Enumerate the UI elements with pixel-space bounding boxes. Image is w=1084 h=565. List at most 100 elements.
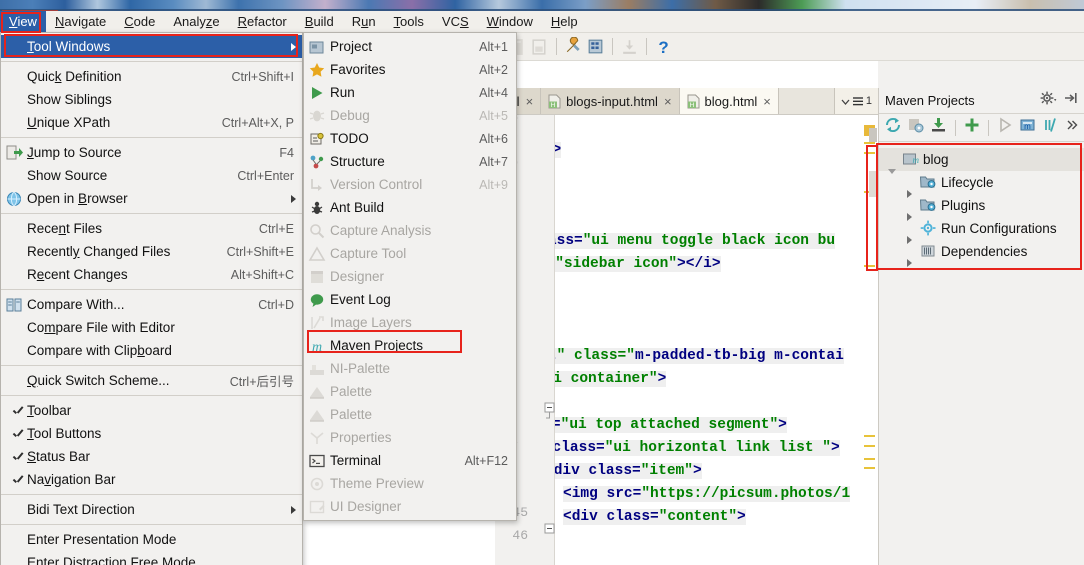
- menu-item-ant-build[interactable]: Ant Build: [304, 196, 516, 219]
- menu-item-bidi-text-direction[interactable]: Bidi Text Direction: [1, 498, 302, 521]
- toolbar-icon-group: ?: [508, 36, 673, 57]
- add-maven-project-icon[interactable]: [963, 116, 981, 139]
- menubar-item-window[interactable]: Window: [478, 11, 542, 33]
- menubar-item-view[interactable]: View: [0, 10, 46, 33]
- editor-fold-column[interactable]: [543, 115, 556, 565]
- menu-item-debug: Debug Alt+5: [304, 104, 516, 127]
- editor-scrollbar-thumb-top[interactable]: [869, 128, 877, 142]
- menu-item-quick-definition[interactable]: Quick Definition Ctrl+Shift+I: [1, 65, 302, 88]
- menu-item-recently-changed-files[interactable]: Recently Changed Files Ctrl+Shift+E: [1, 240, 302, 263]
- menu-item-toolbar[interactable]: Toolbar: [1, 399, 302, 422]
- menu-item-shortcut: Alt+1: [479, 39, 508, 54]
- tab-overflow-button[interactable]: 1: [833, 88, 878, 114]
- menu-item-recent-changes[interactable]: Recent Changes Alt+Shift+C: [1, 263, 302, 286]
- menu-item-show-siblings[interactable]: Show Siblings: [1, 88, 302, 111]
- menu-item-unique-xpath[interactable]: Unique XPath Ctrl+Alt+X, P: [1, 111, 302, 134]
- palette-icon: [308, 383, 328, 401]
- menubar-item-navigate[interactable]: Navigate: [46, 11, 115, 33]
- database-icon[interactable]: [586, 37, 605, 56]
- menubar-item-vcs[interactable]: VCS: [433, 11, 478, 33]
- menu-item-label: Bidi Text Direction: [27, 502, 135, 517]
- star-icon: [308, 61, 328, 79]
- capture-tool-icon: [308, 245, 328, 263]
- version-control-icon: [308, 176, 328, 194]
- menu-item-tool-windows[interactable]: Tool Windows: [1, 35, 302, 58]
- view-dropdown-menu[interactable]: Tool Windows Quick Definition Ctrl+Shift+I…: [0, 32, 303, 565]
- execute-maven-goal-icon[interactable]: m: [1019, 116, 1037, 139]
- reimport-icon[interactable]: [884, 116, 902, 139]
- menu-item-favorites[interactable]: Favorites Alt+2: [304, 58, 516, 81]
- compare-icon: [5, 296, 25, 314]
- editor-scrollbar-thumb[interactable]: [869, 171, 877, 197]
- marker-line: [864, 445, 875, 447]
- chevron-down-icon: [841, 99, 850, 105]
- menu-item-properties: Properties: [304, 426, 516, 449]
- menubar-item-help[interactable]: Help: [542, 11, 587, 33]
- editor-tab[interactable]: Hblog.html ×: [679, 88, 779, 114]
- menu-item-label: Palette: [330, 407, 373, 422]
- menu-item-label: Event Log: [330, 292, 391, 307]
- gear-dropdown-icon[interactable]: [1040, 90, 1057, 111]
- menu-item-label: Jump to Source: [27, 145, 122, 160]
- check-icon: [5, 402, 25, 420]
- maven-projects-tree[interactable]: m blog Lifecycle Plugins Run Configurations D…: [879, 142, 1084, 267]
- menubar-item-tools[interactable]: Tools: [385, 11, 433, 33]
- menu-item-label: Show Siblings: [27, 92, 112, 107]
- close-icon[interactable]: ×: [664, 94, 672, 109]
- editor-tab[interactable]: Hblogs-input.html ×: [541, 88, 680, 114]
- menu-item-navigation-bar[interactable]: Navigation Bar: [1, 468, 302, 491]
- help-icon[interactable]: ?: [654, 37, 673, 57]
- close-icon[interactable]: ×: [763, 94, 771, 109]
- menubar-item-code[interactable]: Code: [115, 11, 164, 33]
- menu-item-shortcut: F4: [279, 145, 294, 160]
- menu-item-todo[interactable]: TODO Alt+6: [304, 127, 516, 150]
- menu-icon-placeholder: [5, 220, 25, 238]
- maven-panel-toolbar: m: [879, 114, 1084, 142]
- menu-item-compare-file-with-editor[interactable]: Compare File with Editor: [1, 316, 302, 339]
- menu-item-enter-distraction-free-mode[interactable]: Enter Distraction Free Mode: [1, 551, 302, 565]
- menu-item-tool-buttons[interactable]: Tool Buttons: [1, 422, 302, 445]
- ui-designer-icon: [308, 498, 328, 516]
- menu-item-label: UI Designer: [330, 499, 402, 514]
- generate-sources-icon[interactable]: [907, 116, 925, 139]
- palette-icon: [308, 406, 328, 424]
- more-actions-icon[interactable]: [1065, 118, 1079, 137]
- menu-item-status-bar[interactable]: Status Bar: [1, 445, 302, 468]
- menu-item-jump-to-source[interactable]: Jump to Source F4: [1, 141, 302, 164]
- menu-item-compare-with-clipboard[interactable]: Compare with Clipboard: [1, 339, 302, 362]
- marker-line: [864, 435, 875, 437]
- menu-item-show-source[interactable]: Show Source Ctrl+Enter: [1, 164, 302, 187]
- menubar-item-analyze[interactable]: Analyze: [164, 11, 228, 33]
- wrench-icon[interactable]: [564, 36, 583, 56]
- menu-item-maven-projects[interactable]: m Maven Projects: [304, 334, 516, 357]
- lifecycle-folder-icon: [919, 173, 938, 193]
- menu-item-enter-presentation-mode[interactable]: Enter Presentation Mode: [1, 528, 302, 551]
- menu-item-run[interactable]: Run Alt+4: [304, 81, 516, 104]
- menu-item-structure[interactable]: Structure Alt+7: [304, 150, 516, 173]
- menu-item-label: Recent Files: [27, 221, 103, 236]
- menu-item-quick-switch-scheme[interactable]: Quick Switch Scheme... Ctrl+后引号: [1, 369, 302, 392]
- menubar-item-refactor[interactable]: Refactor: [229, 11, 296, 33]
- svg-text:m: m: [1024, 122, 1031, 131]
- menu-item-label: Recent Changes: [27, 267, 128, 282]
- menu-item-recent-files[interactable]: Recent Files Ctrl+E: [1, 217, 302, 240]
- menu-item-compare-with[interactable]: Compare With... Ctrl+D: [1, 293, 302, 316]
- menu-icon-placeholder: [5, 266, 25, 284]
- menu-icon-placeholder: [5, 243, 25, 261]
- menu-item-terminal[interactable]: Terminal Alt+F12: [304, 449, 516, 472]
- menubar-item-run[interactable]: Run: [343, 11, 385, 33]
- menubar-item-build[interactable]: Build: [296, 11, 343, 33]
- hide-window-icon[interactable]: [1064, 91, 1078, 110]
- close-icon[interactable]: ×: [526, 94, 534, 109]
- toggle-skip-tests-icon[interactable]: [1042, 116, 1060, 139]
- menu-item-project[interactable]: Project Alt+1: [304, 35, 516, 58]
- maven-tree-node-blog[interactable]: m blog: [879, 148, 1084, 174]
- download-sources-icon[interactable]: [930, 116, 948, 139]
- menu-item-open-in-browser[interactable]: Open in Browser: [1, 187, 302, 210]
- marker-line: [864, 142, 875, 144]
- tool-windows-submenu[interactable]: Project Alt+1 Favorites Alt+2 Run Alt+4 Debug A…: [303, 32, 517, 521]
- maven-tree-node-lifecycle[interactable]: Lifecycle: [879, 171, 1084, 198]
- menu-item-label: Ant Build: [330, 200, 385, 215]
- run-goal-icon[interactable]: [996, 116, 1014, 139]
- menu-item-event-log[interactable]: Event Log: [304, 288, 516, 311]
